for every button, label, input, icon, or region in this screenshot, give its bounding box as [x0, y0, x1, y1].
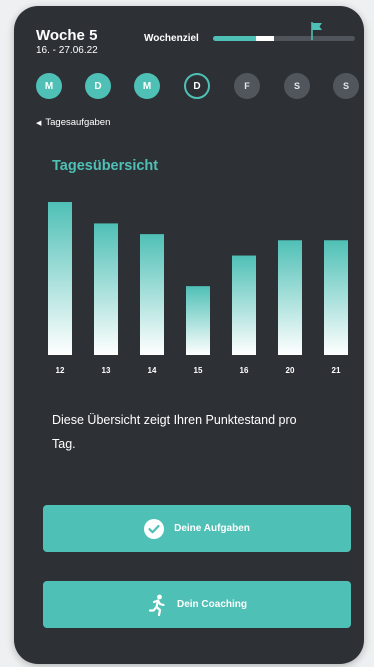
flag-icon [311, 22, 322, 40]
day-thursday[interactable]: D [184, 73, 210, 99]
weekly-goal-today-segment [255, 36, 275, 41]
day-tuesday[interactable]: D [85, 73, 111, 99]
chart-bar-20 [278, 240, 302, 355]
day-label: D [94, 80, 102, 92]
back-link-daily-tasks[interactable]: ◀ Tagesaufgaben [36, 117, 110, 128]
day-sunday[interactable]: S [333, 73, 359, 99]
chart-tick-label: 16 [240, 366, 249, 375]
chart-bar-21 [324, 240, 348, 355]
chart-tick-label: 12 [56, 366, 65, 375]
my-tasks-button[interactable]: Deine Aufgaben [43, 505, 351, 552]
chart-description: Diese Übersicht zeigt Ihren Punktestand … [52, 413, 297, 451]
weekly-goal-label: Wochenziel [144, 33, 199, 44]
week-date-range: 16. - 27.06.22 [36, 45, 98, 56]
chart-tick-label: 13 [102, 366, 111, 375]
my-coaching-button-label: Dein Coaching [176, 599, 247, 610]
week-title: Woche 5 [36, 27, 98, 44]
back-link-label: Tagesaufgaben [45, 117, 111, 128]
day-label: D [193, 80, 201, 92]
chart-bar-16 [232, 255, 256, 355]
chart-bar-15 [186, 286, 210, 355]
day-label: M [142, 80, 152, 92]
day-label: F [244, 81, 250, 91]
chart-tick-label: 21 [332, 366, 341, 375]
chevron-left-icon: ◀ [36, 119, 42, 127]
chart-bar-13 [94, 223, 118, 355]
chart-tick-label: 14 [148, 366, 157, 375]
day-monday[interactable]: M [36, 73, 62, 99]
day-label: S [342, 81, 349, 91]
my-tasks-button-label: Deine Aufgaben [174, 523, 250, 534]
phone-screen: Woche 5 16. - 27.06.22 Wochenziel M D M … [14, 6, 364, 664]
day-friday[interactable]: F [234, 73, 260, 99]
my-coaching-button[interactable]: Dein Coaching [43, 581, 351, 628]
running-person-icon [148, 594, 165, 616]
weekday-selector: M D M D F S S [36, 73, 361, 101]
chart-tick-label: 15 [194, 366, 203, 375]
day-saturday[interactable]: S [284, 73, 310, 99]
weekly-goal-progress [213, 36, 355, 41]
chart-bar-14 [140, 234, 164, 355]
day-label: M [44, 80, 54, 92]
daily-score-chart: 12 13 14 15 16 20 21 [48, 202, 348, 375]
section-title: Tagesübersicht [52, 158, 159, 174]
check-circle-icon [144, 518, 165, 539]
chart-tick-label: 20 [286, 366, 295, 375]
chart-bar-12 [48, 202, 72, 355]
day-wednesday[interactable]: M [134, 73, 160, 99]
day-label: S [293, 81, 300, 91]
